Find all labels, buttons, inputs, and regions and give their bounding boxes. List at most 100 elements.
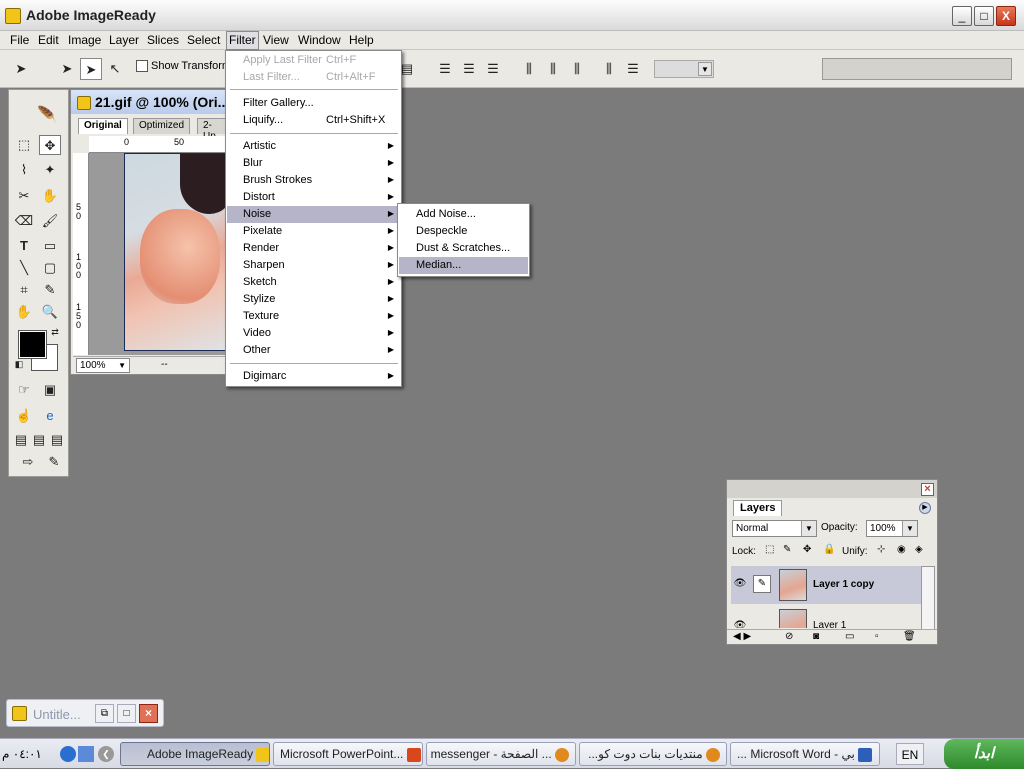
lock-all-icon[interactable]: 🔒 bbox=[823, 544, 835, 555]
menu-image[interactable]: Image bbox=[66, 33, 103, 47]
direct-select-icon[interactable]: ↖ bbox=[104, 58, 126, 80]
menu-window[interactable]: Window bbox=[296, 33, 343, 47]
layer-row[interactable]: 👁 ✎ Layer 1 copy bbox=[731, 566, 923, 604]
hand-tool-icon[interactable]: ✋ bbox=[13, 302, 35, 322]
foreground-color-swatch[interactable] bbox=[18, 330, 47, 359]
tab-original[interactable]: Original bbox=[78, 118, 128, 134]
options-field[interactable] bbox=[822, 58, 1012, 80]
distribute-icon[interactable]: ⫼ bbox=[598, 58, 620, 80]
options-dropdown[interactable]: ▼ bbox=[654, 60, 714, 78]
messenger-tray-icon[interactable] bbox=[78, 746, 94, 762]
align-bottom-icon[interactable]: ☰ bbox=[482, 58, 504, 80]
slice-tool-icon[interactable]: ✂ bbox=[13, 186, 35, 206]
slice-select-tool-icon[interactable]: ✋ bbox=[39, 186, 61, 206]
screen-mode-full-icon[interactable]: ▤ bbox=[49, 430, 65, 450]
menu-edit[interactable]: Edit bbox=[36, 33, 61, 47]
default-colors-icon[interactable]: ◧ bbox=[13, 358, 25, 370]
filter-sharpen-item[interactable]: Sharpen ▶ bbox=[227, 257, 400, 274]
layers-scrollbar[interactable] bbox=[921, 566, 935, 630]
trash-icon[interactable]: 🗑 bbox=[903, 631, 916, 642]
layer-name[interactable]: Layer 1 copy bbox=[813, 579, 874, 590]
opacity-field[interactable]: 100% ▼ bbox=[866, 520, 918, 537]
unify-style-icon[interactable]: ◈ bbox=[915, 544, 923, 555]
line-tool-icon[interactable]: ╲ bbox=[13, 258, 35, 278]
screen-mode-standard-icon[interactable]: ▤ bbox=[13, 430, 29, 450]
filter-blur-item[interactable]: Blur ▶ bbox=[227, 155, 400, 172]
maximize-icon[interactable]: □ bbox=[117, 704, 136, 723]
filter-distort-item[interactable]: Distort ▶ bbox=[227, 189, 400, 206]
jump-to-photoshop-icon[interactable]: ⇨ bbox=[13, 452, 43, 472]
tray-expand-icon[interactable]: ❮ bbox=[98, 746, 114, 762]
taskbar-messenger[interactable]: ... الصفحة - messenger bbox=[426, 742, 576, 766]
lasso-tool-icon[interactable]: ⌇ bbox=[13, 160, 35, 180]
type-tool-icon[interactable]: T bbox=[13, 236, 35, 256]
menu-help[interactable]: Help bbox=[347, 33, 376, 47]
close-icon[interactable]: × bbox=[139, 704, 158, 723]
filter-video-item[interactable]: Video ▶ bbox=[227, 325, 400, 342]
restore-icon[interactable]: ⧉ bbox=[95, 704, 114, 723]
filter-sketch-item[interactable]: Sketch ▶ bbox=[227, 274, 400, 291]
median-item[interactable]: Median... bbox=[399, 257, 528, 274]
filter-noise-item[interactable]: Noise ▶ bbox=[227, 206, 400, 223]
zoom-dropdown[interactable]: 100% ▼ bbox=[76, 358, 130, 373]
crop-tool-icon[interactable]: ⌗ bbox=[13, 280, 35, 300]
palette-menu-icon[interactable]: ▶ bbox=[919, 502, 931, 514]
animation-arrows-icon[interactable]: ◀ ▶ bbox=[733, 631, 751, 642]
swap-colors-icon[interactable]: ⇄ bbox=[49, 326, 61, 338]
unify-visibility-icon[interactable]: ◉ bbox=[897, 544, 906, 555]
blend-mode-dropdown[interactable]: Normal ▼ bbox=[732, 520, 817, 537]
tab-optimized[interactable]: Optimized bbox=[133, 118, 191, 134]
show-transform-checkbox[interactable]: Show Transform bbox=[136, 60, 231, 73]
preview-browser-icon[interactable]: e bbox=[39, 406, 61, 426]
align-center-icon[interactable]: ⫼ bbox=[542, 58, 564, 80]
taskbar-forum[interactable]: منتديات بنات دوت كو... bbox=[579, 742, 727, 766]
filter-other-item[interactable]: Other ▶ bbox=[227, 342, 400, 359]
lock-paint-icon[interactable]: ✎ bbox=[783, 544, 791, 555]
filter-brush-strokes-item[interactable]: Brush Strokes ▶ bbox=[227, 172, 400, 189]
rectangle-tool-icon[interactable]: ▭ bbox=[39, 236, 61, 256]
menu-layer[interactable]: Layer bbox=[107, 33, 141, 47]
close-icon[interactable]: × bbox=[921, 483, 934, 496]
palette-header[interactable] bbox=[727, 480, 937, 498]
new-folder-icon[interactable]: ▭ bbox=[845, 631, 854, 642]
align-top-icon[interactable]: ☰ bbox=[434, 58, 456, 80]
filter-stylize-item[interactable]: Stylize ▶ bbox=[227, 291, 400, 308]
select-arrow-icon[interactable]: ➤ bbox=[80, 58, 102, 80]
network-tray-icon[interactable] bbox=[60, 746, 76, 762]
add-mask-icon[interactable]: ◙ bbox=[813, 631, 819, 642]
distribute-vertical-icon[interactable]: ☰ bbox=[622, 58, 644, 80]
align-middle-icon[interactable]: ☰ bbox=[458, 58, 480, 80]
tab-layers[interactable]: Layers bbox=[733, 500, 783, 516]
rounded-rect-tool-icon[interactable]: ▢ bbox=[39, 258, 61, 278]
close-button[interactable]: X bbox=[996, 6, 1016, 26]
slice-visibility-icon[interactable]: ▣ bbox=[39, 380, 61, 400]
image-canvas[interactable] bbox=[89, 153, 231, 355]
menu-file[interactable]: File bbox=[8, 33, 31, 47]
dust-scratches-item[interactable]: Dust & Scratches... bbox=[399, 240, 528, 257]
taskbar-powerpoint[interactable]: Microsoft PowerPoint... bbox=[273, 742, 423, 766]
image-map-visibility-icon[interactable]: ☞ bbox=[13, 380, 35, 400]
maximize-button[interactable]: □ bbox=[974, 6, 994, 26]
edit-in-photoshop-icon[interactable]: ✎ bbox=[43, 452, 65, 472]
menu-view[interactable]: View bbox=[261, 33, 291, 47]
layer-name[interactable]: Layer 1 bbox=[813, 620, 846, 628]
language-indicator[interactable]: EN bbox=[896, 743, 924, 765]
eye-icon[interactable]: 👁 bbox=[733, 578, 747, 590]
filter-artistic-item[interactable]: Artistic ▶ bbox=[227, 138, 400, 155]
move-arrow-icon[interactable]: ➤ bbox=[56, 58, 78, 80]
eye-icon[interactable]: 👁 bbox=[733, 620, 747, 628]
eyedropper-tool-icon[interactable]: ✎ bbox=[39, 280, 61, 300]
eraser-tool-icon[interactable]: ⌫ bbox=[13, 211, 35, 231]
filter-texture-item[interactable]: Texture ▶ bbox=[227, 308, 400, 325]
align-right-icon[interactable]: ⫼ bbox=[566, 58, 588, 80]
filter-render-item[interactable]: Render ▶ bbox=[227, 240, 400, 257]
filter-gallery-item[interactable]: Filter Gallery... bbox=[227, 95, 400, 112]
tool-preset-icon[interactable]: ➤ bbox=[10, 58, 32, 80]
new-layer-icon[interactable]: ▫ bbox=[875, 631, 879, 642]
filter-pixelate-item[interactable]: Pixelate ▶ bbox=[227, 223, 400, 240]
filter-digimarc-item[interactable]: Digimarc ▶ bbox=[227, 368, 400, 385]
zoom-tool-icon[interactable]: 🔍 bbox=[39, 302, 61, 322]
move-tool-icon[interactable]: ✥ bbox=[39, 135, 61, 155]
rollover-preview-icon[interactable]: ☝ bbox=[13, 406, 35, 426]
menu-filter[interactable]: Filter bbox=[226, 31, 259, 50]
